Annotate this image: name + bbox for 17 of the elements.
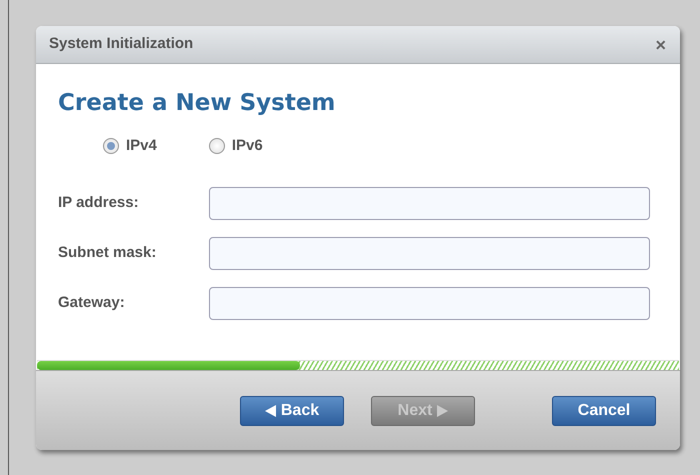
radio-label: IPv6 <box>232 136 263 156</box>
radio-button[interactable] <box>103 138 119 154</box>
close-button[interactable]: × <box>655 36 666 54</box>
field-label: IP address: <box>58 193 140 214</box>
left-triangle-icon <box>264 404 276 416</box>
field-label: Gateway: <box>58 293 126 314</box>
field-label: Subnet mask: <box>58 243 158 264</box>
radio-button[interactable] <box>208 138 225 154</box>
input-field[interactable] <box>209 187 650 220</box>
radio-label: IPv4 <box>126 136 157 156</box>
input-field[interactable] <box>209 287 650 320</box>
back-button[interactable]: Back <box>240 396 344 426</box>
input-field[interactable] <box>209 237 650 270</box>
window-title: System Initialization <box>49 34 194 54</box>
dialog-heading: Create a New System <box>58 89 336 118</box>
right-triangle-icon <box>437 404 448 416</box>
plain-button[interactable]: Cancel <box>552 396 656 426</box>
